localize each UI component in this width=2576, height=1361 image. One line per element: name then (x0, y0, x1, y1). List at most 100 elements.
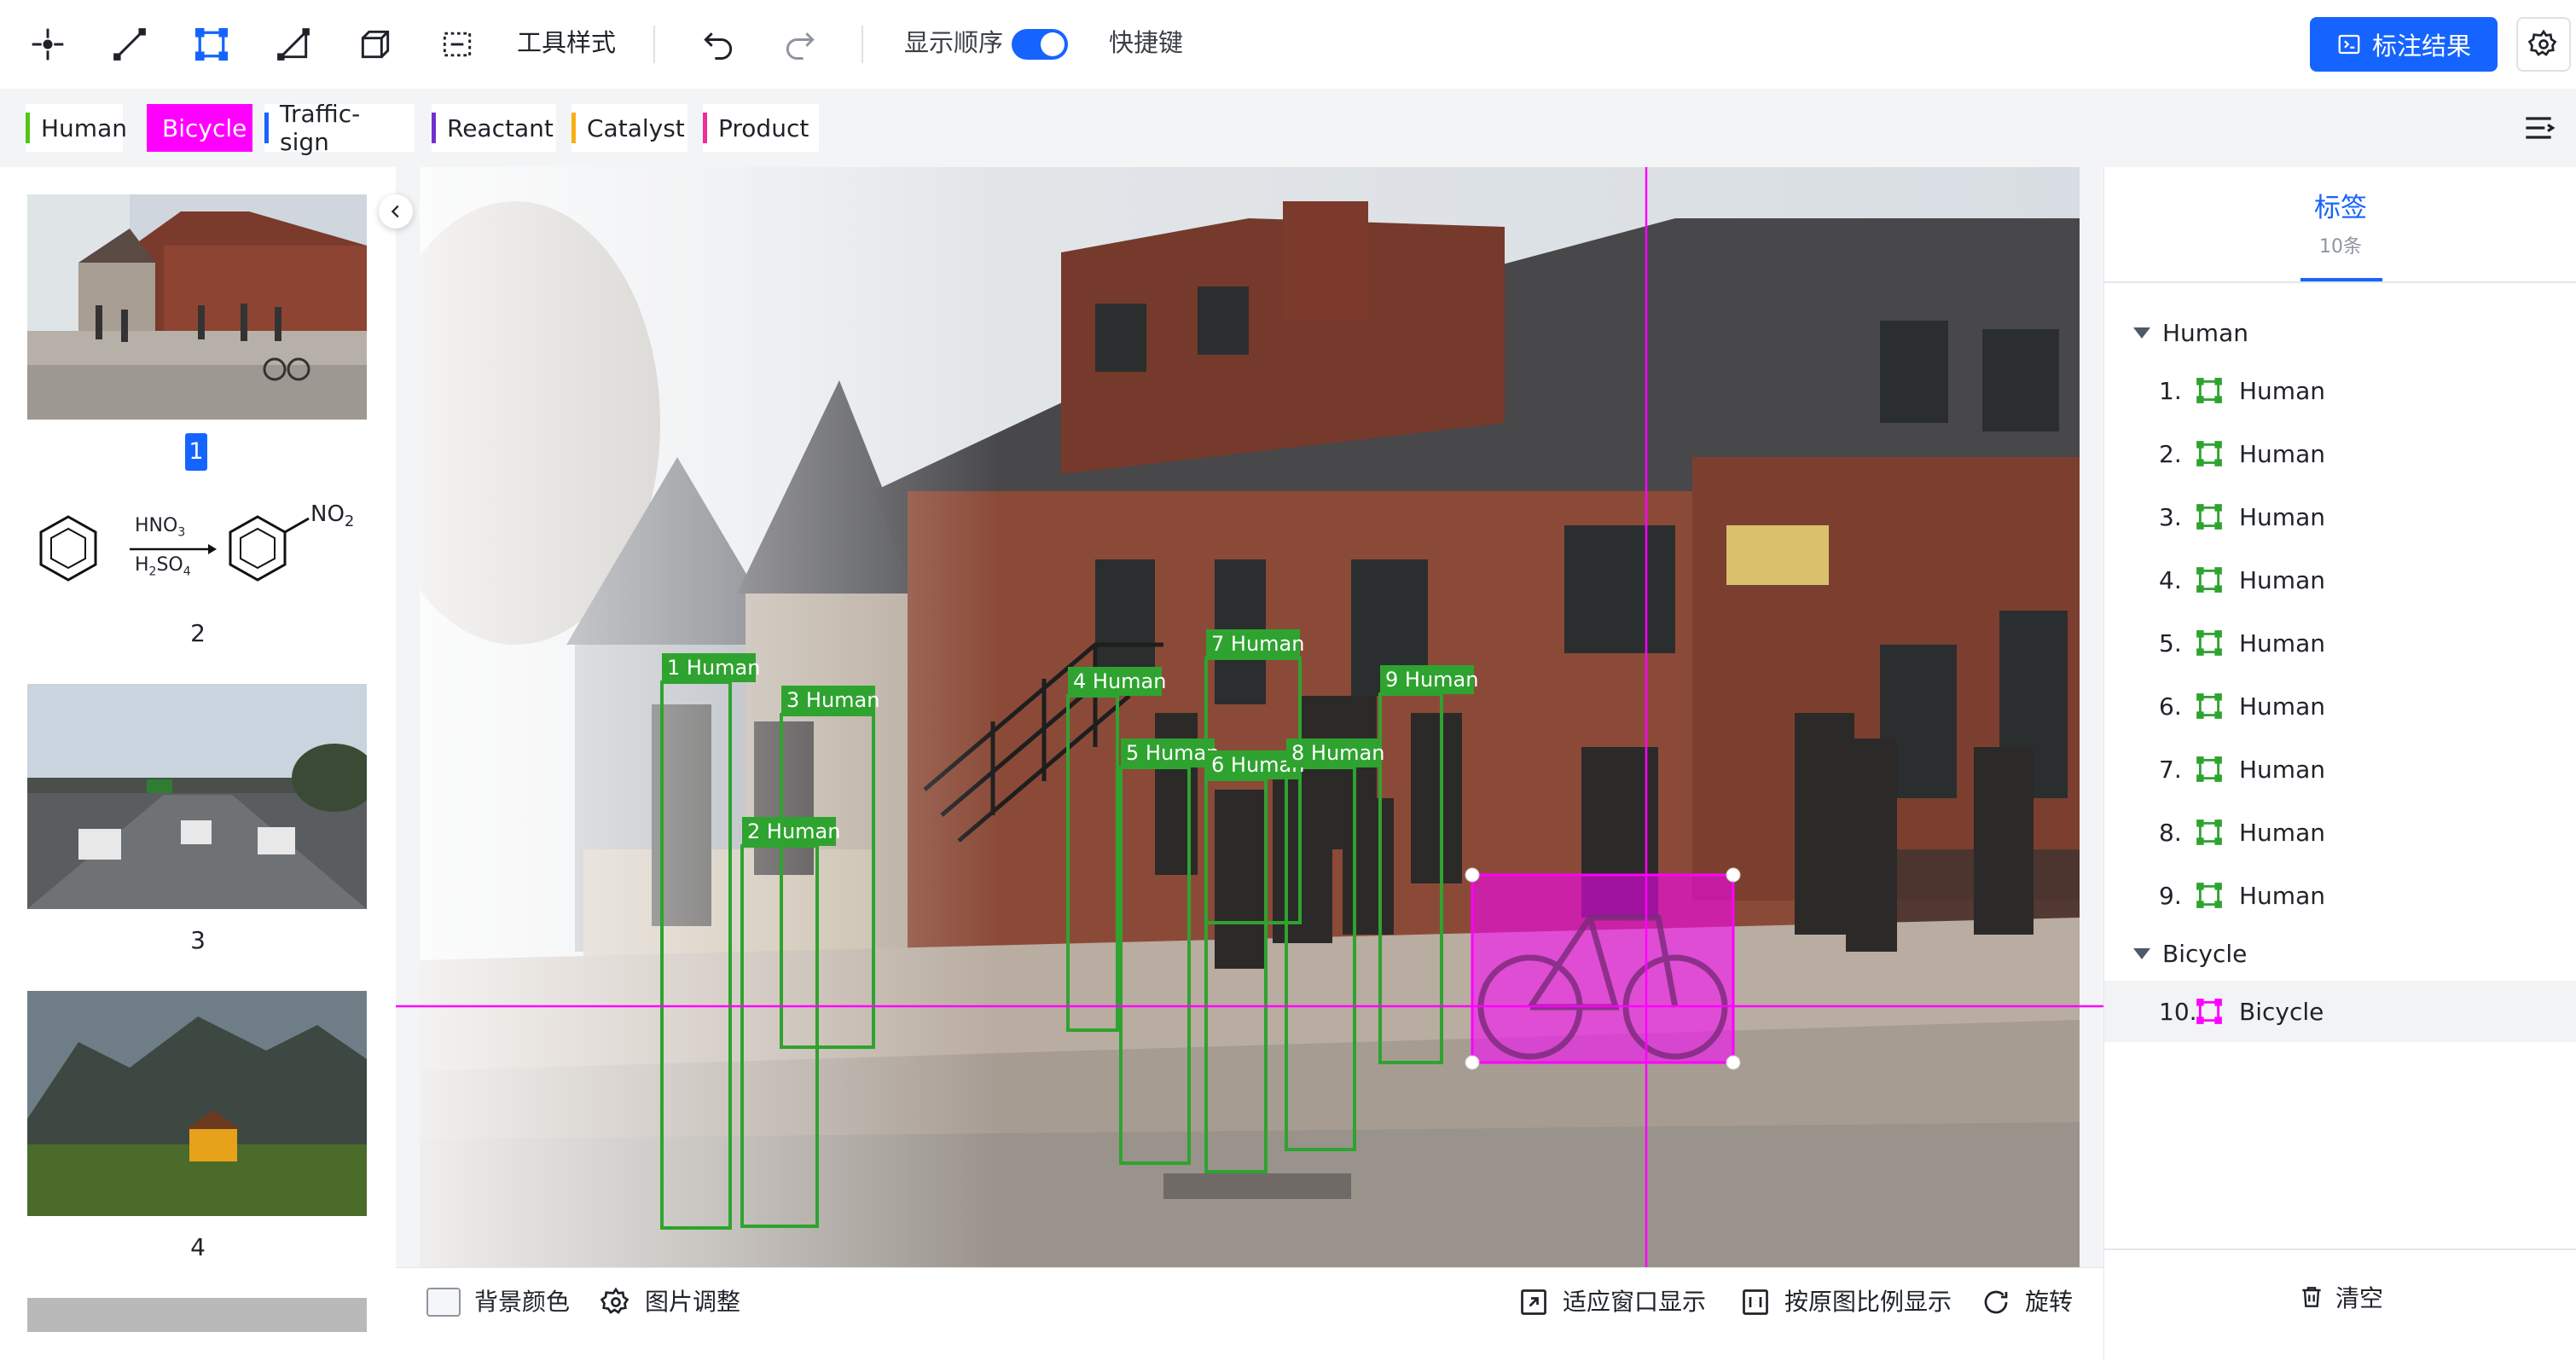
box-label: 5 Human (1126, 741, 1219, 765)
cuboid-tool-icon[interactable] (348, 19, 403, 70)
thumbnail-1-number[interactable]: 1 (185, 433, 207, 471)
toolbar-divider (653, 26, 655, 63)
label-chip-catalyst[interactable]: Catalyst (571, 104, 688, 152)
image-scene[interactable]: 1 Human2 Human3 Human4 Human5 Human6 Hum… (396, 167, 2103, 1267)
annotation-result-label: 标注结果 (2371, 32, 2471, 61)
rotate-label: 旋转 (2025, 1288, 2074, 1316)
thumbnail-2[interactable]: HNO3 H2SO4 NO2 (27, 500, 367, 607)
chevron-left-icon (391, 205, 399, 218)
line-tool-icon[interactable] (102, 19, 157, 70)
list-item[interactable]: 6. Human (2104, 675, 2576, 737)
thumbnail-5[interactable] (27, 1298, 367, 1332)
list-menu-icon[interactable] (2520, 109, 2557, 147)
rect-annotation-icon (2196, 756, 2222, 782)
original-ratio-icon (1743, 1289, 1768, 1315)
collapse-sidebar-button[interactable] (379, 194, 413, 229)
segment-tool-icon[interactable] (430, 19, 484, 70)
box-label: 4 Human (1073, 669, 1166, 693)
rect-annotation-icon (2196, 883, 2222, 908)
rect-annotation-icon (2196, 567, 2222, 593)
panel-divider (2104, 281, 2576, 283)
rotate-button[interactable]: 旋转 (1981, 1283, 2073, 1321)
tab-labels[interactable]: 标签 10条 (2104, 186, 2576, 258)
image-adjust-button[interactable]: 图片调整 (600, 1283, 740, 1321)
hotkey-button[interactable]: 快捷键 (1109, 24, 1183, 61)
undo-icon[interactable] (691, 19, 746, 70)
original-ratio-label: 按原图比例显示 (1784, 1288, 1952, 1316)
box-label: 1 Human (667, 656, 760, 680)
background-color-label: 背景颜色 (474, 1288, 571, 1316)
top-toolbar: 工具样式 显示顺序 快捷键 标注结果 (0, 0, 2576, 89)
label-chip-reactant[interactable]: Reactant (432, 104, 556, 152)
group-header-bicycle[interactable]: Bicycle (2133, 940, 2247, 968)
image-adjust-label: 图片调整 (645, 1288, 741, 1316)
list-item[interactable]: 3. Human (2104, 486, 2576, 547)
annotation-canvas[interactable]: 1 Human 2 Human 3 Human 4 Human 5 Human 6 Hum… (396, 167, 2103, 1267)
redo-icon[interactable] (773, 19, 827, 70)
terminal-icon (2338, 34, 2360, 55)
show-order-label: 显示顺序 (904, 28, 1004, 57)
tool-style-label[interactable]: 工具样式 (517, 24, 616, 61)
list-item[interactable]: 1. Human (2104, 360, 2576, 421)
clear-button[interactable]: 清空 (2104, 1248, 2576, 1344)
list-item[interactable]: 5. Human (2104, 612, 2576, 674)
list-item[interactable]: 8. Human (2104, 802, 2576, 863)
formula-product: NO2 (310, 501, 355, 531)
box-label: 3 Human (786, 688, 879, 712)
formula-reagent-bottom: H2SO4 (135, 554, 191, 579)
list-item[interactable]: 7. Human (2104, 738, 2576, 800)
caret-down-icon (2133, 327, 2150, 339)
label-bar: Human Bicycle Traffic-sign Reactant Cata… (0, 89, 2576, 167)
canvas-bottom-bar: 背景颜色 图片调整 适应窗口显示 按原图比例显示 旋转 (396, 1267, 2103, 1334)
box-label: 8 Human (1291, 741, 1384, 765)
fit-window-button[interactable]: 适应窗口显示 (1518, 1283, 1706, 1321)
thumbnail-3[interactable] (27, 684, 367, 909)
label-chip-traffic-sign[interactable]: Traffic-sign (264, 100, 415, 156)
thumbnail-1[interactable] (27, 194, 367, 420)
label-chip-human[interactable]: Human (26, 104, 127, 152)
thumbnail-list: 1 HNO3 H2SO4 NO2 2 3 4 (0, 167, 396, 1361)
thumbnail-3-number: 3 (190, 926, 206, 954)
rect-annotation-icon (2196, 630, 2222, 656)
point-tool-icon[interactable] (20, 19, 75, 70)
thumbnail-2-number: 2 (190, 619, 206, 647)
annotation-result-button[interactable]: 标注结果 (2310, 17, 2498, 72)
box-label: 9 Human (1385, 668, 1478, 692)
original-ratio-button[interactable]: 按原图比例显示 (1740, 1283, 1952, 1321)
rect-annotation-icon (2196, 693, 2222, 719)
show-order-toggle[interactable] (1012, 29, 1068, 60)
list-item[interactable]: 9. Human (2104, 865, 2576, 926)
tab-labels-title: 标签 (2314, 193, 2367, 223)
rect-annotation-icon (2196, 819, 2222, 845)
fit-window-label: 适应窗口显示 (1563, 1288, 1707, 1316)
rect-annotation-icon (2196, 999, 2222, 1024)
label-panel: 标签 10条 Human 1. Human 2. Human 3. Human 4. Huma… (2103, 167, 2576, 1361)
thumbnail-4[interactable] (27, 991, 367, 1216)
rotate-icon (1984, 1290, 2008, 1314)
box-label: 2 Human (747, 819, 840, 843)
rect-tool-icon[interactable] (184, 19, 239, 70)
color-swatch-icon (426, 1288, 461, 1317)
tab-labels-count: 10条 (2319, 236, 2362, 258)
list-item[interactable]: 10. Bicycle (2104, 981, 2576, 1042)
clear-label: 清空 (2335, 1284, 2383, 1312)
group-header-human[interactable]: Human (2133, 319, 2248, 347)
rect-annotation-icon (2196, 441, 2222, 466)
label-chip-product[interactable]: Product (703, 104, 819, 152)
label-chip-bicycle[interactable]: Bicycle (147, 104, 252, 152)
rect-annotation-icon (2196, 504, 2222, 530)
caret-down-icon (2133, 948, 2150, 959)
list-item[interactable]: 2. Human (2104, 423, 2576, 484)
thumbnail-4-number: 4 (190, 1233, 206, 1261)
toolbar-divider (862, 26, 863, 63)
formula-reagent-top: HNO3 (135, 515, 186, 540)
rect-annotation-icon (2196, 378, 2222, 403)
box-label: 7 Human (1211, 632, 1304, 656)
trash-icon (2302, 1287, 2321, 1307)
background-color-button[interactable]: 背景颜色 (426, 1283, 570, 1321)
fit-window-icon (1521, 1289, 1546, 1315)
gear-icon (2528, 29, 2557, 56)
settings-button[interactable] (2516, 17, 2571, 72)
list-item[interactable]: 4. Human (2104, 549, 2576, 611)
polygon-tool-icon[interactable] (266, 19, 321, 70)
